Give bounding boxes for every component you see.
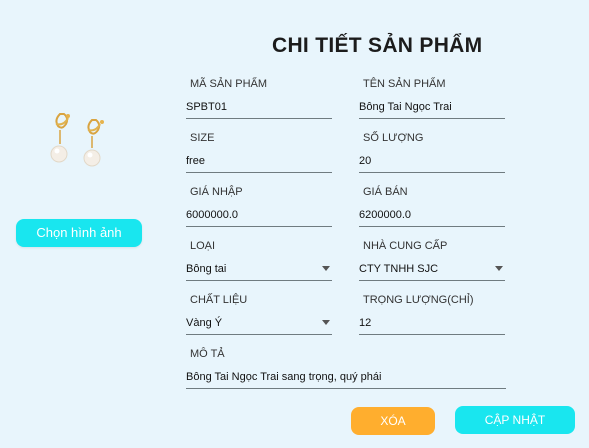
description-underline <box>186 388 506 389</box>
material-label: CHẤT LIỆU <box>190 294 248 306</box>
product-name-underline <box>359 118 505 119</box>
quantity-underline <box>359 172 505 173</box>
type-label: LOẠI <box>190 240 216 252</box>
cost-price-underline <box>186 226 332 227</box>
sale-price-underline <box>359 226 505 227</box>
earring-image <box>50 113 104 167</box>
supplier-underline <box>359 280 505 281</box>
sale-price-label: GIÁ BÁN <box>363 186 408 198</box>
page-title: CHI TIẾT SẢN PHẨM <box>272 34 483 57</box>
product-name-label: TÊN SẢN PHẨM <box>363 78 446 90</box>
quantity-input[interactable]: 20 <box>359 155 371 167</box>
material-underline <box>186 334 332 335</box>
cost-price-input[interactable]: 6000000.0 <box>186 209 238 221</box>
weight-label: TRỌNG LƯỢNG(CHỈ) <box>363 294 474 306</box>
sale-price-input[interactable]: 6200000.0 <box>359 209 411 221</box>
size-label: SIZE <box>190 132 215 144</box>
delete-button[interactable]: XÓA <box>351 407 435 435</box>
type-underline <box>186 280 332 281</box>
product-name-input[interactable]: Bông Tai Ngọc Trai <box>359 101 452 113</box>
supplier-value[interactable]: CTY TNHH SJC <box>359 263 438 275</box>
product-code-input[interactable]: SPBT01 <box>186 101 227 113</box>
type-value[interactable]: Bông tai <box>186 263 226 275</box>
material-value[interactable]: Vàng Ý <box>186 317 222 329</box>
chevron-down-icon[interactable] <box>495 266 503 271</box>
chevron-down-icon[interactable] <box>322 320 330 325</box>
choose-image-button[interactable]: Chọn hình ảnh <box>16 219 142 247</box>
cost-price-label: GIÁ NHẬP <box>190 186 243 198</box>
chevron-down-icon[interactable] <box>322 266 330 271</box>
product-code-label: MÃ SẢN PHẨM <box>190 78 268 90</box>
update-button[interactable]: CẬP NHẬT <box>455 406 575 434</box>
product-code-underline <box>186 118 332 119</box>
description-input[interactable]: Bông Tai Ngọc Trai sang trọng, quý phái <box>186 371 381 383</box>
quantity-label: SỐ LƯỢNG <box>363 132 424 144</box>
weight-input[interactable]: 12 <box>359 317 371 329</box>
weight-underline <box>359 334 505 335</box>
size-input[interactable]: free <box>186 155 205 167</box>
supplier-label: NHÀ CUNG CẤP <box>363 240 448 252</box>
product-image <box>46 106 114 176</box>
description-label: MÔ TẢ <box>190 348 225 360</box>
size-underline <box>186 172 332 173</box>
